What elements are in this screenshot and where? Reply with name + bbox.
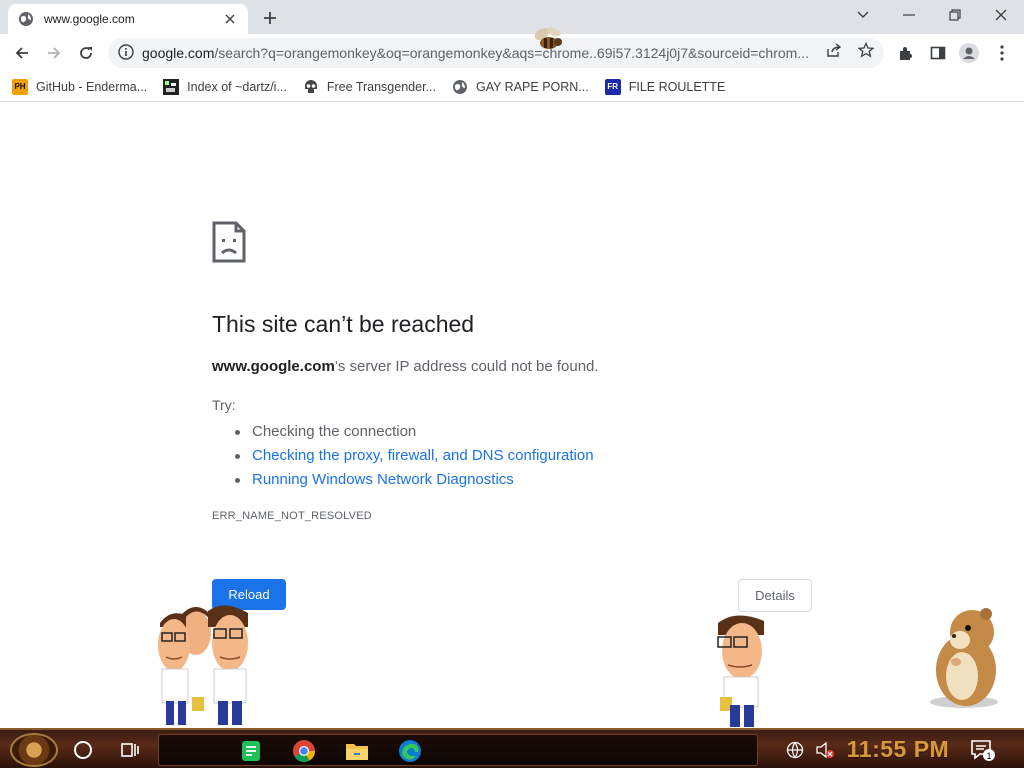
suggestion-network-diagnostics-link[interactable]: Running Windows Network Diagnostics xyxy=(232,468,594,492)
new-tab-button[interactable] xyxy=(258,6,282,30)
globe-icon xyxy=(452,79,468,95)
reload-icon xyxy=(80,47,92,59)
close-icon xyxy=(995,9,1007,21)
cartoon-man-icon xyxy=(717,615,764,727)
bookmark-index-of-dartz[interactable]: Index of ~dartz/i... xyxy=(163,75,287,99)
globe-icon xyxy=(18,11,34,27)
error-description: www.google.com’s server IP address could… xyxy=(212,358,599,375)
muted-speaker-icon[interactable] xyxy=(815,741,835,759)
notification-count: 1 xyxy=(986,751,991,761)
profile-icon[interactable] xyxy=(958,42,980,64)
back-icon xyxy=(15,47,28,59)
tab-title: www.google.com xyxy=(44,12,135,26)
notification-center-icon[interactable]: 1 xyxy=(968,738,996,762)
star-icon[interactable] xyxy=(856,40,876,60)
sad-document-icon xyxy=(212,221,246,263)
menu-icon[interactable] xyxy=(991,42,1013,64)
hamster-icon xyxy=(930,608,998,708)
bookmarks-bar: PH GitHub - Enderma... Index of ~dartz/i… xyxy=(0,72,1024,102)
suggestion-check-connection: Checking the connection xyxy=(232,420,594,444)
chrome-icon[interactable] xyxy=(290,739,318,763)
bookmark-github[interactable]: PH GitHub - Enderma... xyxy=(12,75,147,99)
forward-icon xyxy=(48,47,61,59)
taskbar-clock[interactable]: 11:55 PM xyxy=(842,733,954,765)
url-text[interactable]: google.com/search?q=orangemonkey&oq=oran… xyxy=(142,45,818,61)
cartoon-men-group-icon xyxy=(158,605,248,725)
error-host: www.google.com xyxy=(212,358,335,375)
reload-page-button[interactable] xyxy=(72,39,100,67)
desktop-screen: { "browser": { "tab": { "title": "www.go… xyxy=(0,0,1024,768)
chevron-down-icon xyxy=(857,11,869,18)
pornhub-favicon-icon: PH xyxy=(12,78,28,95)
task-view-icon[interactable] xyxy=(120,740,140,760)
bookmark-gay-rape-porn[interactable]: GAY RAPE PORN... xyxy=(452,75,589,99)
close-window-button[interactable] xyxy=(978,2,1024,28)
info-icon[interactable] xyxy=(118,44,136,62)
browser-toolbar: google.com/search?q=orangemonkey&oq=oran… xyxy=(0,34,1024,72)
taskbar: 11:55 PM 1 xyxy=(0,728,1024,768)
restore-button[interactable] xyxy=(932,2,978,28)
minimize-icon xyxy=(903,14,915,16)
share-icon[interactable] xyxy=(824,40,844,60)
file-roulette-favicon-icon: FR xyxy=(604,78,621,95)
network-icon[interactable] xyxy=(786,741,804,759)
minimize-button[interactable] xyxy=(886,2,932,28)
edge-icon[interactable] xyxy=(396,739,424,763)
system-tray xyxy=(780,736,840,764)
forward-button[interactable] xyxy=(40,39,68,67)
address-bar[interactable]: google.com/search?q=orangemonkey&oq=oran… xyxy=(108,38,884,68)
details-button[interactable]: Details xyxy=(738,579,812,612)
notes-app-icon[interactable] xyxy=(237,739,265,763)
try-label: Try: xyxy=(212,397,236,413)
back-button[interactable] xyxy=(8,39,36,67)
taskbar-apps xyxy=(158,734,758,766)
extensions-icon[interactable] xyxy=(895,42,917,64)
skull-icon xyxy=(303,79,319,95)
bookmark-file-roulette[interactable]: FR FILE ROULETTE xyxy=(604,75,725,99)
bookmark-free-transgender[interactable]: Free Transgender... xyxy=(303,75,436,99)
error-message: ’s server IP address could not be found. xyxy=(334,358,599,375)
browser-tab[interactable]: www.google.com xyxy=(8,4,248,34)
suggestion-list: Checking the connection Checking the pro… xyxy=(232,420,594,492)
start-button[interactable] xyxy=(10,733,58,767)
pixel-favicon-icon xyxy=(163,78,180,95)
tab-search-button[interactable] xyxy=(840,2,886,28)
search-icon[interactable] xyxy=(74,741,92,759)
bee-sprite-icon xyxy=(534,27,562,49)
suggestion-check-proxy-link[interactable]: Checking the proxy, firewall, and DNS co… xyxy=(232,444,594,468)
error-title: This site can’t be reached xyxy=(212,311,475,337)
file-explorer-icon[interactable] xyxy=(343,739,371,763)
tab-strip: www.google.com xyxy=(0,0,1024,34)
plus-icon xyxy=(264,12,276,24)
close-tab-icon[interactable] xyxy=(222,11,238,27)
error-code: ERR_NAME_NOT_RESOLVED xyxy=(212,510,372,522)
side-panel-icon[interactable] xyxy=(927,42,949,64)
restore-icon xyxy=(949,9,961,21)
